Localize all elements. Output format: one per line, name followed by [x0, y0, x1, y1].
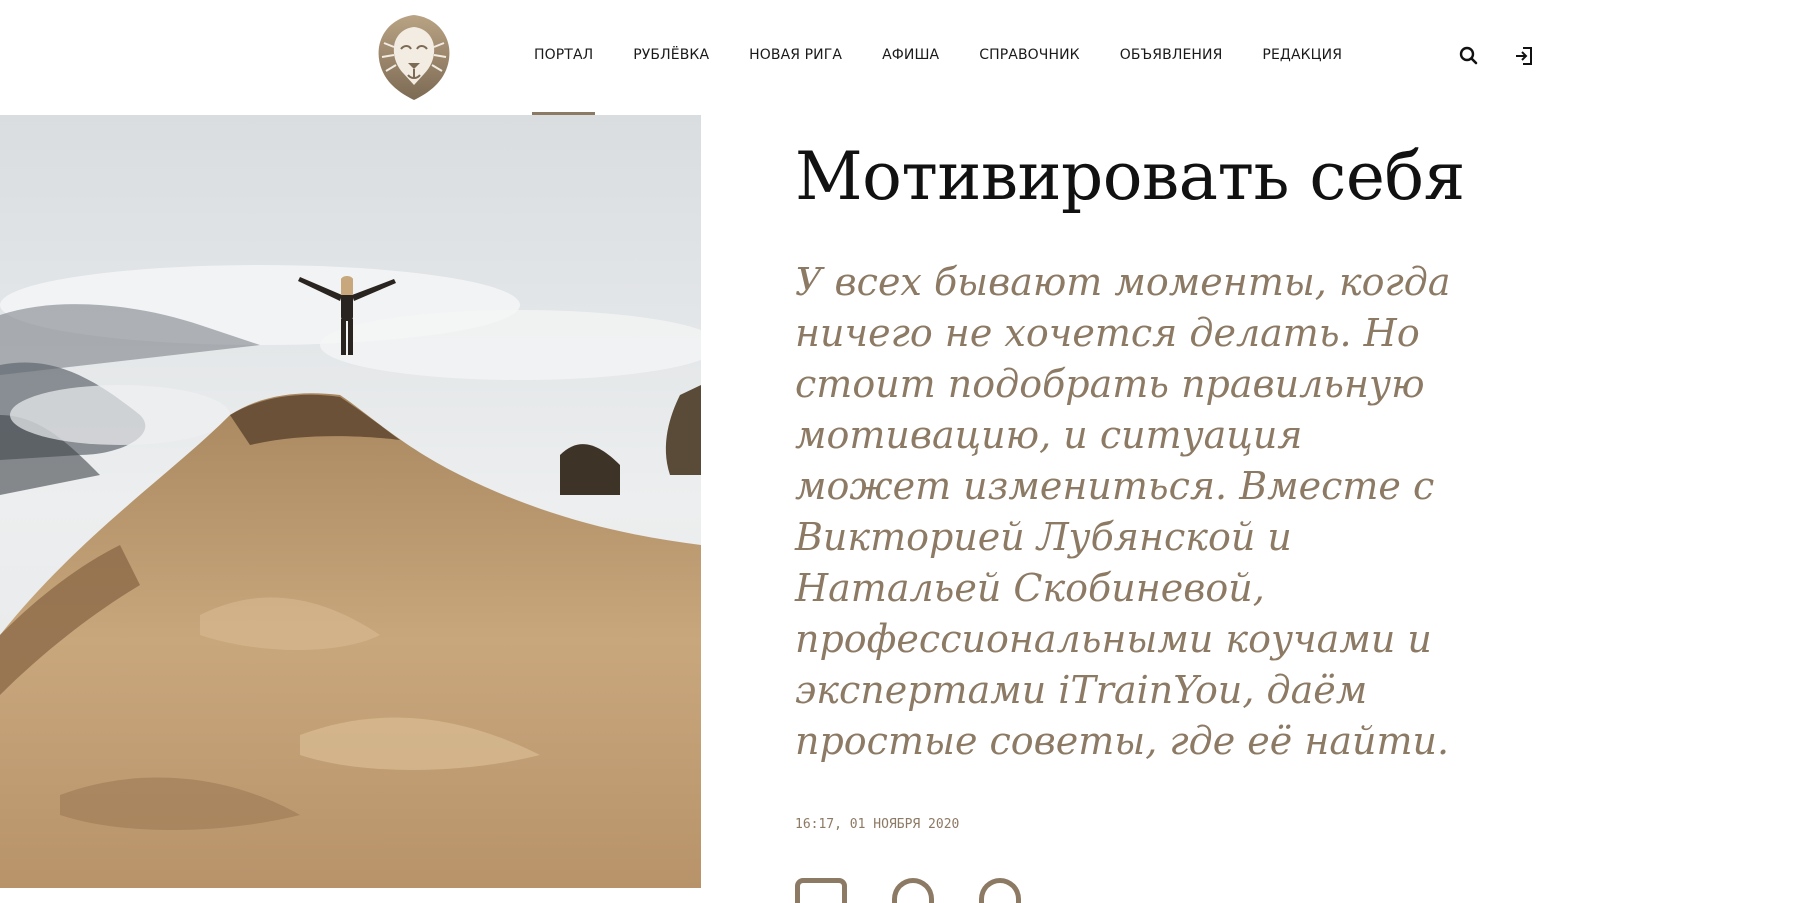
article-hero-image	[0, 115, 701, 888]
search-icon[interactable]	[1457, 44, 1481, 68]
nav-item-novaya-riga[interactable]: НОВАЯ РИГА	[749, 0, 842, 115]
article-title: Мотивировать себя	[795, 138, 1465, 215]
share-telegram-icon[interactable]	[979, 878, 1021, 903]
nav-item-obyavleniya[interactable]: ОБЪЯВЛЕНИЯ	[1120, 0, 1223, 115]
article-content: Мотивировать себя У всех бывают моменты,…	[795, 115, 1465, 832]
share-icons	[795, 878, 1021, 903]
main-nav: ПОРТАЛ РУБЛЁВКА НОВАЯ РИГА АФИША СПРАВОЧ…	[531, 0, 1382, 115]
login-icon[interactable]	[1512, 44, 1536, 68]
nav-item-spravochnik[interactable]: СПРАВОЧНИК	[979, 0, 1079, 115]
share-facebook-icon[interactable]	[795, 878, 847, 903]
nav-item-redaktsiya[interactable]: РЕДАКЦИЯ	[1262, 0, 1342, 115]
nav-item-portal[interactable]: ПОРТАЛ	[531, 0, 596, 115]
lion-emblem-icon[interactable]	[374, 13, 454, 101]
nav-item-rublevka[interactable]: РУБЛЁВКА	[633, 0, 709, 115]
article-lead: У всех бывают моменты, когда ничего не х…	[795, 260, 1451, 763]
site-header: ПОРТАЛ РУБЛЁВКА НОВАЯ РИГА АФИША СПРАВОЧ…	[0, 0, 1810, 115]
article-date: 16:17, 01 ноября 2020	[795, 817, 960, 832]
share-vk-icon[interactable]	[892, 878, 934, 903]
nav-item-afisha[interactable]: АФИША	[882, 0, 939, 115]
